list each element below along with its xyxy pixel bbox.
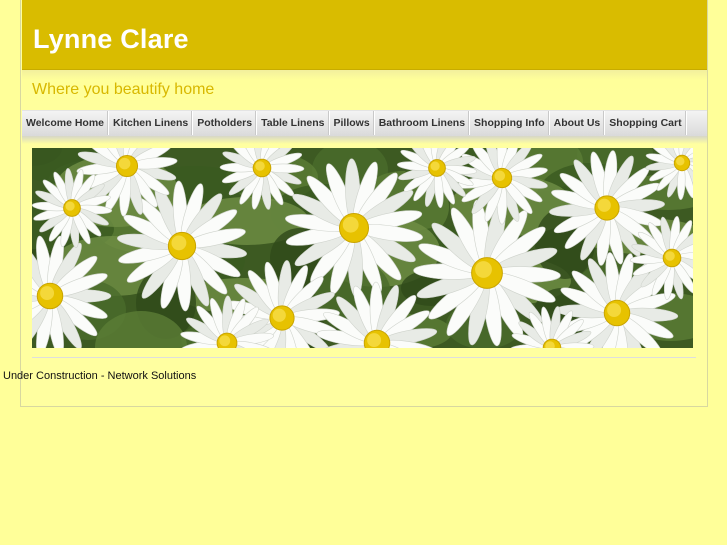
nav-table-linens[interactable]: Table Linens: [257, 111, 330, 135]
nav-kitchen-linens[interactable]: Kitchen Linens: [109, 111, 194, 135]
tagline-band: Where you beautify home: [22, 70, 707, 110]
nav-shadow: [22, 136, 707, 144]
nav-about-us[interactable]: About Us: [550, 111, 606, 135]
daisy-illustration: [32, 148, 693, 348]
page-container: Lynne Clare Where you beautify home Welc…: [20, 0, 708, 407]
site-header: Lynne Clare: [22, 0, 707, 70]
nav-potholders[interactable]: Potholders: [193, 111, 258, 135]
nav-shopping-info[interactable]: Shopping Info: [470, 111, 550, 135]
nav-pillows[interactable]: Pillows: [330, 111, 375, 135]
content-divider: [32, 357, 696, 358]
site-tagline: Where you beautify home: [32, 81, 215, 98]
site-title[interactable]: Lynne Clare: [33, 24, 189, 55]
main-navigation: Welcome Home Kitchen Linens Potholders Tabl…: [22, 110, 707, 136]
nav-bathroom-linens[interactable]: Bathroom Linens: [375, 111, 471, 135]
nav-shopping-cart[interactable]: Shopping Cart: [605, 111, 687, 135]
daisy-banner-image: [32, 148, 693, 348]
footer-text: Under Construction - Network Solutions: [3, 370, 197, 382]
nav-welcome-home[interactable]: Welcome Home: [22, 111, 109, 135]
